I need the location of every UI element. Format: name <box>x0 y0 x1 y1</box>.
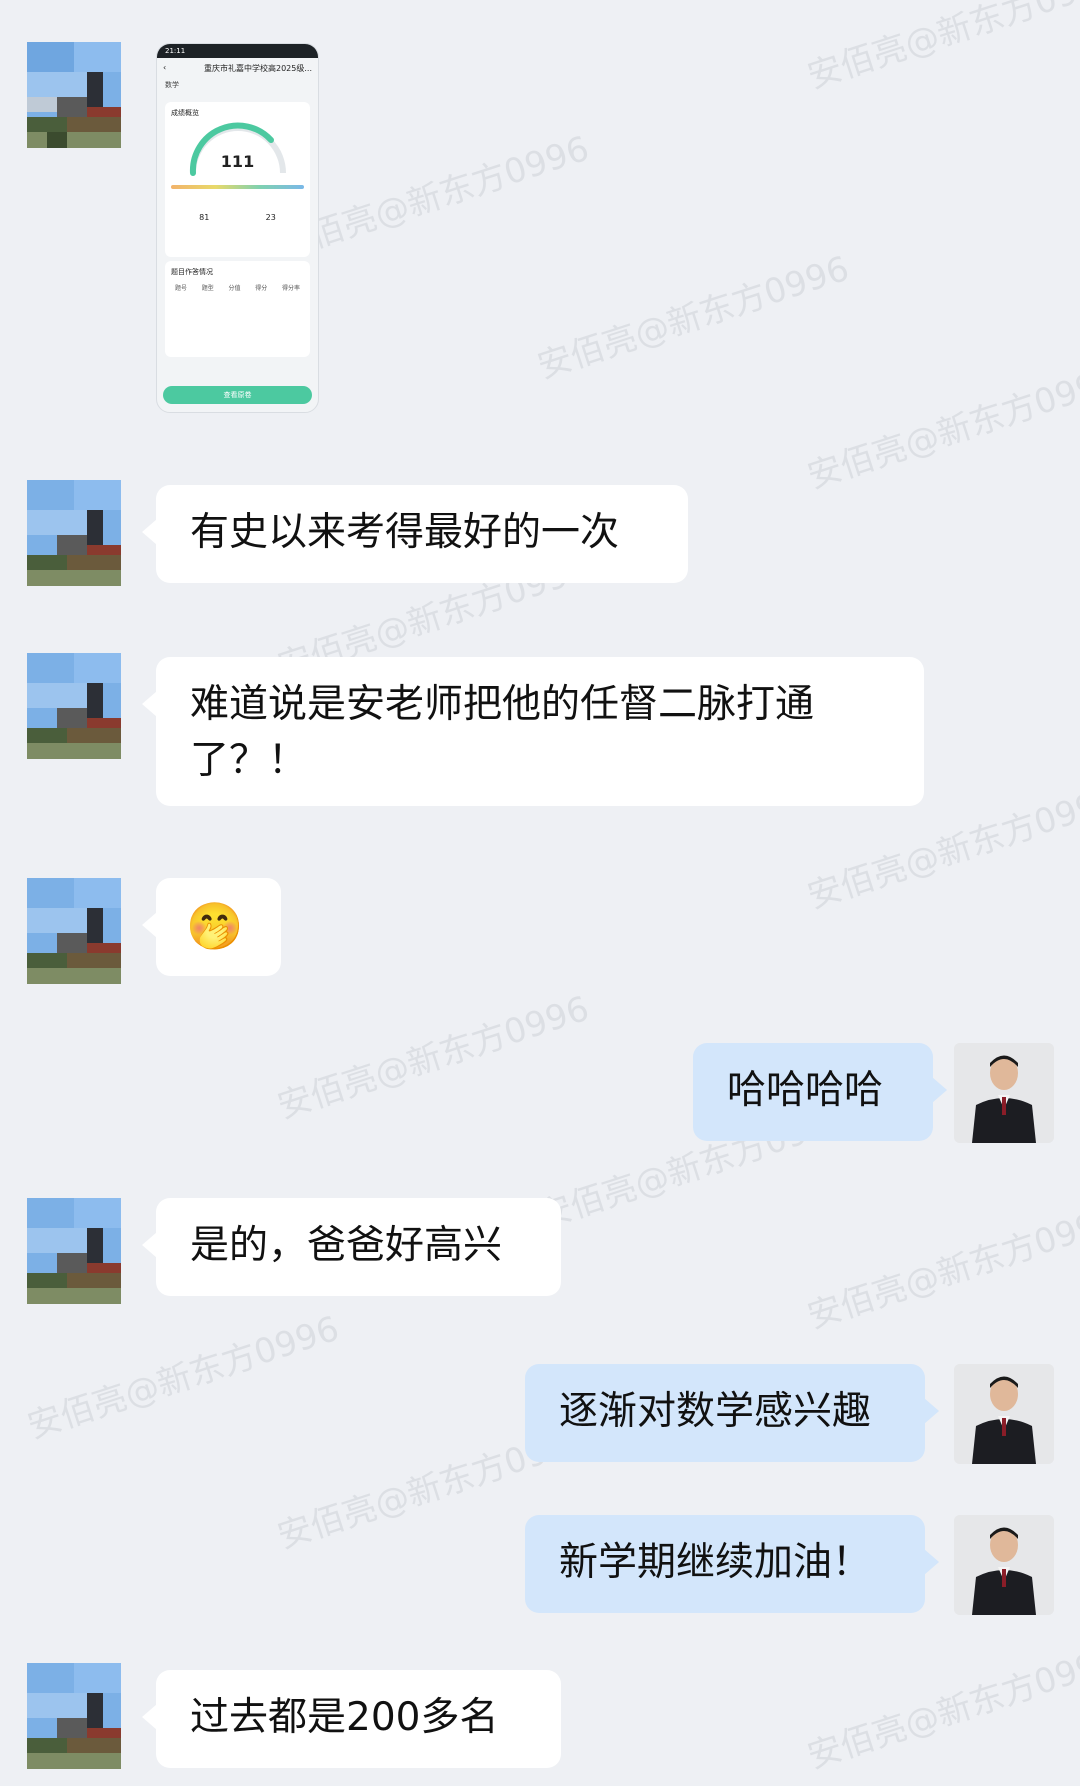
message-text: 过去都是200多名 <box>190 1695 499 1740</box>
message-text: 新学期继续加油！ <box>559 1540 872 1585</box>
thumb-table-header: 题号 题型 分值 得分 得分率 <box>171 277 304 298</box>
thumb-subject-label: 数学 <box>165 81 179 89</box>
message-bubble[interactable]: 逐渐对数学感兴趣 <box>525 1364 939 1462</box>
col-header: 得分率 <box>281 285 300 292</box>
contact-avatar[interactable] <box>27 42 121 148</box>
my-avatar[interactable] <box>954 1043 1054 1143</box>
message-bubble[interactable]: 过去都是200多名 <box>142 1670 561 1768</box>
contact-avatar[interactable] <box>27 878 121 984</box>
thumb-status-bar: 21:11 <box>157 44 318 58</box>
thumb-list-title: 题目作答情况 <box>171 268 213 276</box>
watermark: 安佰亮@新东方0996 <box>532 248 854 387</box>
thumb-header: ‹ 重庆市礼嘉中学校高2025级... <box>157 58 318 80</box>
col-header: 得分 <box>255 285 268 292</box>
thumb-section-title: 成绩概览 <box>171 109 199 117</box>
back-arrow-icon: ‹ <box>163 63 167 72</box>
message-text: 难道说是安老师把他的任督二脉打通了？！ <box>190 682 815 783</box>
thumb-subject: 数学 <box>157 80 318 98</box>
thumb-stats: 81 23 <box>171 213 304 222</box>
score-distribution-bar <box>171 185 304 189</box>
thumb-header-title: 重庆市礼嘉中学校高2025级... <box>204 64 312 73</box>
message-bubble[interactable]: 难道说是安老师把他的任督二脉打通了？！ <box>142 657 924 806</box>
message-text: 逐渐对数学感兴趣 <box>559 1389 872 1434</box>
contact-avatar[interactable] <box>27 1198 121 1304</box>
col-header: 题号 <box>175 285 188 292</box>
message-bubble[interactable]: 有史以来考得最好的一次 <box>142 485 688 583</box>
message-text: 是的，爸爸好高兴 <box>190 1223 503 1268</box>
thumb-stat-left: 81 <box>199 213 210 222</box>
my-avatar[interactable] <box>954 1364 1054 1464</box>
thumb-stat-right: 23 <box>265 213 276 222</box>
message-bubble[interactable]: 🤭 <box>142 878 281 976</box>
thumb-answer-list: 题目作答情况 题号 题型 分值 得分 得分率 <box>165 261 310 357</box>
contact-avatar[interactable] <box>27 1663 121 1769</box>
contact-avatar[interactable] <box>27 480 121 586</box>
thumb-score-card: 成绩概览 111 81 23 <box>165 102 310 257</box>
watermark: 安佰亮@新东方0996 <box>802 358 1080 497</box>
message-text: 哈哈哈哈 <box>727 1068 884 1113</box>
message-bubble[interactable]: 新学期继续加油！ <box>525 1515 939 1613</box>
watermark: 安佰亮@新东方0996 <box>802 1198 1080 1337</box>
message-text: 有史以来考得最好的一次 <box>190 510 620 555</box>
message-bubble[interactable]: 哈哈哈哈 <box>693 1043 947 1141</box>
thumb-view-button: 查看原卷 <box>163 386 312 404</box>
shy-face-emoji-icon: 🤭 <box>186 899 244 953</box>
message-bubble[interactable]: 是的，爸爸好高兴 <box>142 1198 561 1296</box>
col-header: 题型 <box>201 285 214 292</box>
watermark: 安佰亮@新东方0996 <box>802 1638 1080 1777</box>
watermark: 安佰亮@新东方0996 <box>272 988 594 1127</box>
watermark: 安佰亮@新东方0996 <box>22 1308 344 1447</box>
watermark: 安佰亮@新东方0996 <box>802 0 1080 97</box>
col-header: 分值 <box>228 285 241 292</box>
my-avatar[interactable] <box>954 1515 1054 1615</box>
contact-avatar[interactable] <box>27 653 121 759</box>
exam-report-image[interactable]: 21:11 ‹ 重庆市礼嘉中学校高2025级... 数学 成绩概览 111 81… <box>156 43 319 413</box>
